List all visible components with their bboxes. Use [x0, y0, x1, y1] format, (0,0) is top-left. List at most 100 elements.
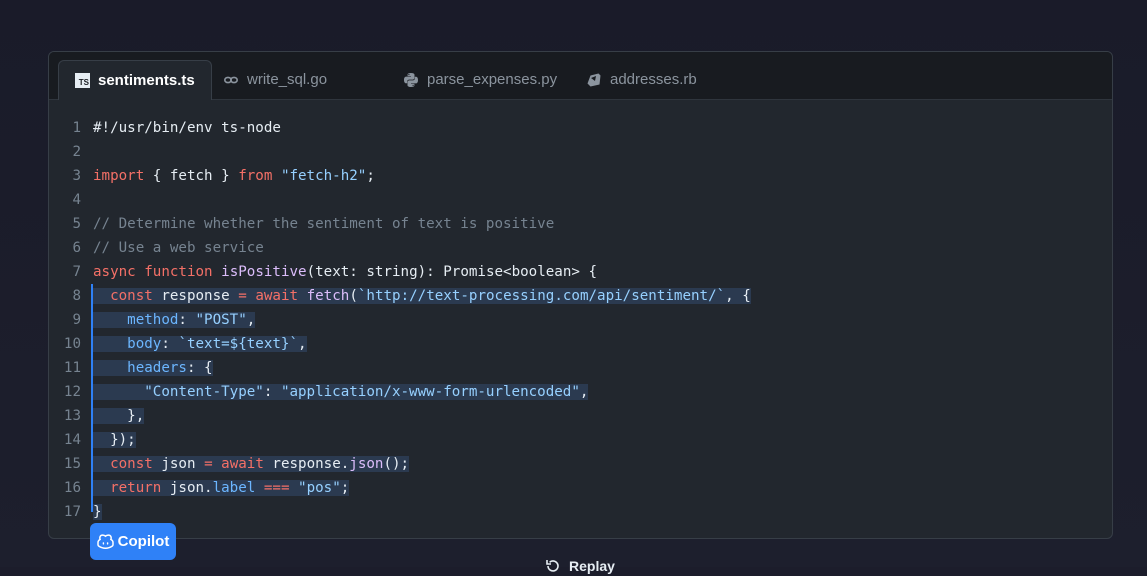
line-number: 12: [63, 384, 81, 400]
line-number: 15: [63, 456, 81, 472]
code-token: "application/x-www-form-urlencoded": [280, 384, 580, 400]
line-number: 5: [72, 216, 81, 232]
code-token: :: [161, 336, 179, 352]
code-token: return: [110, 480, 162, 496]
code-token: import: [93, 168, 145, 184]
code-token: const: [110, 288, 153, 304]
code-line-text: import { fetch } from "fetch-h2";: [93, 164, 375, 188]
code-token: #!/usr/bin/env ts-node: [93, 120, 281, 136]
code-line-text: const json = await response.json();: [93, 452, 410, 476]
line-number: 10: [63, 336, 81, 352]
tab-label: write_sql.go: [247, 71, 328, 88]
code-token: // Use a web service: [93, 240, 264, 256]
code-line-text: // Use a web service: [93, 236, 264, 260]
code-line-text: const response = await fetch(`http://tex…: [93, 284, 751, 308]
code-token: "Content-Type": [144, 384, 264, 400]
copilot-label: Copilot: [117, 533, 170, 550]
code-token: json: [349, 456, 384, 472]
code-token: ;: [340, 480, 350, 496]
code-line: 12 "Content-Type": "application/x-www-fo…: [49, 380, 1112, 404]
code-token: `http://text-processing.com/api/sentimen…: [357, 288, 726, 304]
code-token: // Determine whether the sentiment of te…: [93, 216, 555, 232]
code-token: body: [127, 336, 162, 352]
tab-parse-expenses-py[interactable]: parse_expenses.py: [387, 60, 573, 99]
code-line-text: // Determine whether the sentiment of te…: [93, 212, 554, 236]
line-number: 8: [72, 288, 81, 304]
file-tab-bar: TS sentiments.ts write_sql.go parse_expe…: [49, 52, 1112, 100]
code-token: :: [263, 384, 281, 400]
code-line-text: "Content-Type": "application/x-www-form-…: [93, 380, 589, 404]
code-line: 17}: [49, 500, 1112, 524]
code-line: 1 #!/usr/bin/env ts-node: [49, 116, 1112, 140]
code-line-text: body: `text=${text}`,: [93, 332, 307, 356]
code-line-text: }: [93, 500, 102, 524]
go-icon: [223, 75, 239, 85]
code-line: 10 body: `text=${text}`,: [49, 332, 1112, 356]
code-token: from: [238, 168, 273, 184]
line-number: 9: [72, 312, 81, 328]
line-number: 3: [72, 168, 81, 184]
code-line: 15 const json = await response.json();: [49, 452, 1112, 476]
tab-addresses-rb[interactable]: addresses.rb: [570, 60, 713, 99]
tab-sentiments-ts[interactable]: TS sentiments.ts: [58, 60, 212, 100]
code-token: ,: [246, 312, 256, 328]
line-number: 1: [72, 120, 81, 136]
code-token: headers: [127, 360, 187, 376]
line-number: 7: [72, 264, 81, 280]
code-line: 14 });: [49, 428, 1112, 452]
code-token: function: [144, 264, 213, 280]
code-line: 8 const response = await fetch(`http://t…: [49, 284, 1112, 308]
code-token: ();: [383, 456, 410, 472]
code-token: json: [152, 456, 205, 472]
tab-label: parse_expenses.py: [427, 71, 558, 88]
code-line: 9 method: "POST",: [49, 308, 1112, 332]
code-token: }: [93, 504, 102, 520]
code-token: label: [212, 480, 256, 496]
code-line: 7 async function isPositive(text: string)…: [49, 260, 1112, 284]
code-token: method: [127, 312, 179, 328]
code-line: 5 // Determine whether the sentiment of t…: [49, 212, 1112, 236]
code-line: 6 // Use a web service: [49, 236, 1112, 260]
tab-label: addresses.rb: [610, 71, 697, 88]
code-token: "POST": [195, 312, 247, 328]
selection-indicator: [91, 284, 93, 512]
code-token: :: [178, 312, 196, 328]
code-token: : {: [186, 360, 213, 376]
code-token: isPositive: [221, 264, 307, 280]
tab-label: sentiments.ts: [98, 72, 195, 89]
replay-button[interactable]: Replay: [545, 556, 615, 576]
line-number: 2: [72, 144, 81, 160]
code-token: json.: [161, 480, 213, 496]
code-line: 11 headers: {: [49, 356, 1112, 380]
code-line-text: async function isPositive(text: string):…: [93, 260, 597, 284]
copilot-button[interactable]: Copilot: [90, 523, 176, 560]
code-token: `text=${text}`: [178, 336, 299, 352]
code-token: =: [204, 456, 213, 472]
code-token: await: [221, 456, 264, 472]
python-icon: [403, 72, 419, 88]
code-token: await: [255, 288, 299, 304]
code-token: response.: [263, 456, 350, 472]
code-token: });: [93, 432, 136, 448]
typescript-icon: TS: [75, 73, 90, 88]
code-line: 2: [49, 140, 1112, 164]
code-token: { fetch }: [144, 168, 239, 184]
code-token: (: [349, 288, 358, 304]
code-token: },: [93, 408, 145, 424]
tab-write-sql-go[interactable]: write_sql.go: [207, 60, 343, 99]
line-number: 11: [63, 360, 81, 376]
code-area[interactable]: 1 #!/usr/bin/env ts-node 2 3 import { fetch …: [49, 116, 1112, 524]
code-token: ===: [263, 480, 290, 496]
code-line-text: return json.label === "pos";: [93, 476, 350, 500]
replay-icon: [545, 558, 569, 574]
